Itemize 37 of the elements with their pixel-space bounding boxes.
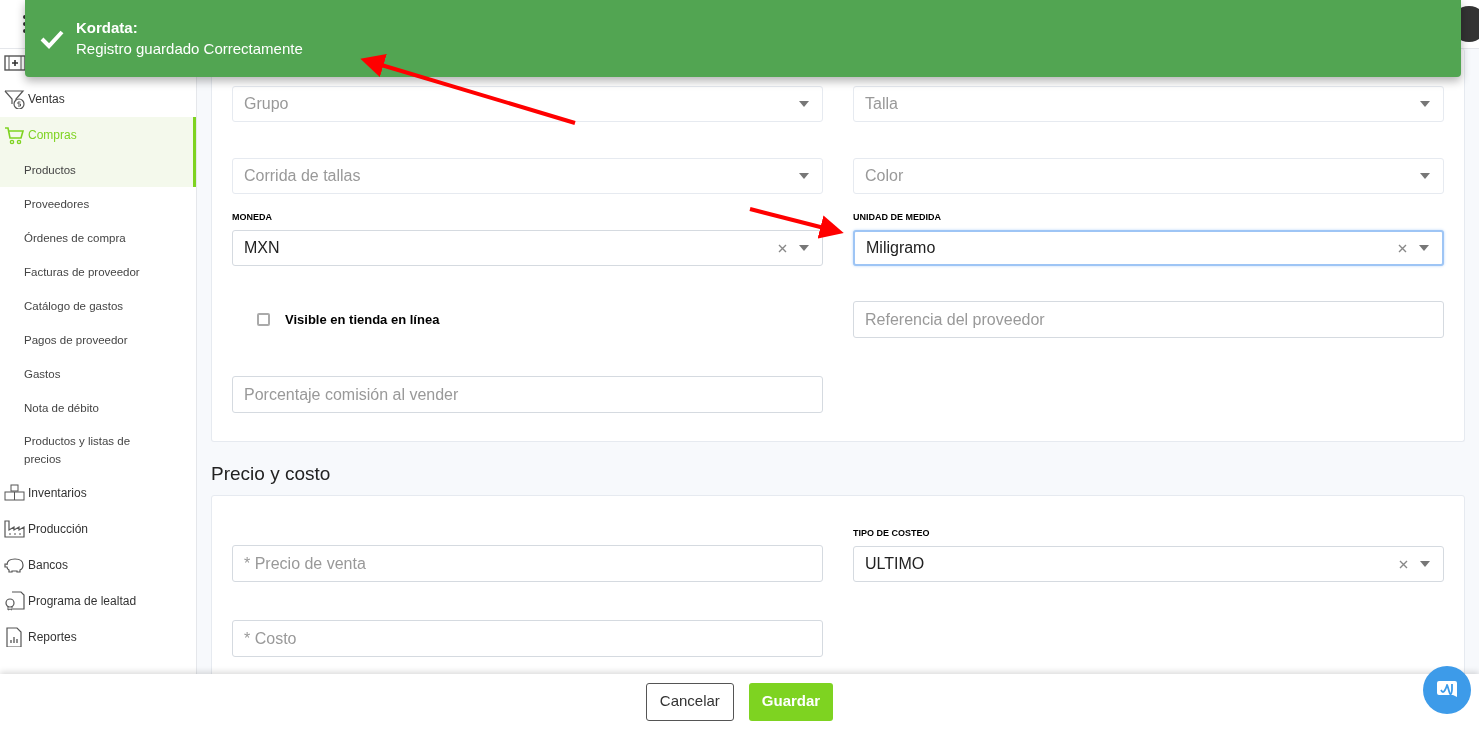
sidebar-item[interactable]: Inventarios — [0, 475, 196, 511]
sidebar-item[interactable]: Producción — [0, 511, 196, 547]
clear-icon[interactable] — [1398, 243, 1407, 253]
cancel-button[interactable]: Cancelar — [645, 682, 734, 721]
boxes-icon — [4, 483, 26, 503]
toast-title: Kordata: — [76, 17, 139, 38]
field-label: MONEDA — [232, 210, 272, 224]
caret-icon[interactable] — [1419, 245, 1429, 251]
cart-icon — [4, 125, 26, 145]
caret-icon[interactable] — [799, 245, 809, 251]
sidebar-subitem[interactable]: Productos — [0, 153, 193, 187]
toast-message: Registro guardado Correctamente — [76, 38, 303, 59]
field-label: TIPO DE COSTEO — [853, 526, 930, 540]
sidebar-item[interactable]: Bancos — [0, 547, 196, 583]
caret-icon[interactable] — [1420, 561, 1430, 567]
section-title: Precio y costo — [211, 463, 331, 484]
caret-icon[interactable] — [1420, 101, 1430, 107]
caret-icon[interactable] — [799, 101, 809, 107]
checkbox-label: Visible en tienda en línea — [285, 310, 440, 329]
select-field[interactable]: Miligramo — [853, 230, 1444, 266]
certificate-icon — [4, 591, 26, 611]
checkbox[interactable] — [257, 313, 270, 326]
clear-icon[interactable] — [1399, 559, 1408, 569]
caret-icon[interactable] — [1420, 173, 1430, 179]
select-field[interactable]: ULTIMO — [853, 546, 1444, 582]
sidebar-item[interactable]: Programa de lealtad — [0, 583, 196, 619]
clear-icon[interactable] — [778, 243, 787, 253]
check-icon — [39, 28, 65, 49]
funnel-coin-icon — [4, 89, 26, 109]
factory-icon — [4, 519, 26, 539]
caret-icon[interactable] — [799, 173, 809, 179]
sidebar-item[interactable]: Ventas — [0, 81, 196, 117]
sidebar-item[interactable]: Reportes — [0, 619, 196, 655]
select-field[interactable]: MXN — [232, 230, 823, 266]
add-box-icon[interactable] — [4, 53, 26, 73]
field-label: UNIDAD DE MEDIDA — [853, 210, 941, 224]
piggy-bank-icon — [4, 555, 26, 575]
